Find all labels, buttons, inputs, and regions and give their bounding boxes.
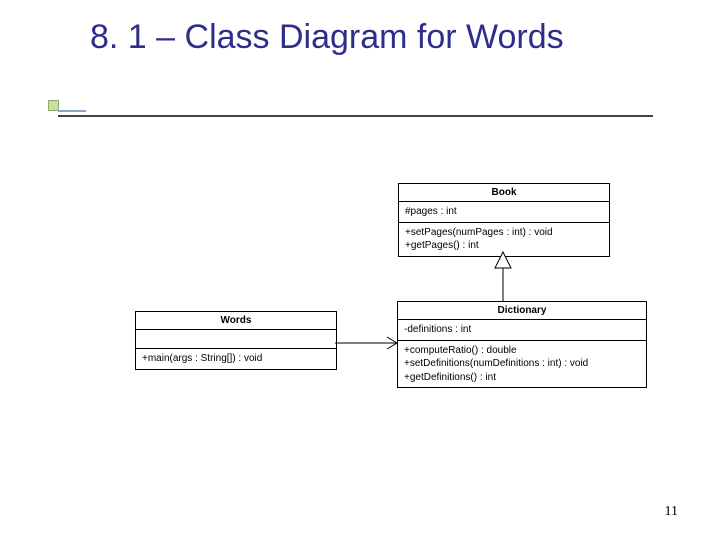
class-attributes xyxy=(136,330,336,349)
association-arrowhead xyxy=(387,337,397,349)
class-name: Words xyxy=(136,312,336,330)
class-operations: +setPages(numPages : int) : void +getPag… xyxy=(399,223,609,256)
uml-class-book: Book #pages : int +setPages(numPages : i… xyxy=(398,183,610,257)
class-operation: +setPages(numPages : int) : void xyxy=(405,226,603,240)
class-operation: +setDefinitions(numDefinitions : int) : … xyxy=(404,357,640,371)
slide: 8. 1 – Class Diagram for Words Book #pag… xyxy=(0,0,720,540)
uml-class-dictionary: Dictionary -definitions : int +computeRa… xyxy=(397,301,647,388)
class-operations: +main(args : String[]) : void xyxy=(136,349,336,369)
class-operation: +getDefinitions() : int xyxy=(404,371,640,385)
class-name: Book xyxy=(399,184,609,202)
uml-connectors xyxy=(0,0,720,540)
class-attribute: -definitions : int xyxy=(404,323,640,337)
uml-class-words: Words +main(args : String[]) : void xyxy=(135,311,337,370)
title-rule-accent xyxy=(58,110,86,112)
class-operation: +computeRatio() : double xyxy=(404,344,640,358)
page-number: 11 xyxy=(665,504,678,520)
page-title: 8. 1 – Class Diagram for Words xyxy=(90,18,564,57)
class-name: Dictionary xyxy=(398,302,646,320)
class-attribute: #pages : int xyxy=(405,205,603,219)
class-operations: +computeRatio() : double +setDefinitions… xyxy=(398,341,646,388)
class-attributes: -definitions : int xyxy=(398,320,646,341)
class-operation: +getPages() : int xyxy=(405,239,603,253)
class-operation: +main(args : String[]) : void xyxy=(142,352,330,366)
class-attributes: #pages : int xyxy=(399,202,609,223)
title-rule xyxy=(58,115,653,117)
